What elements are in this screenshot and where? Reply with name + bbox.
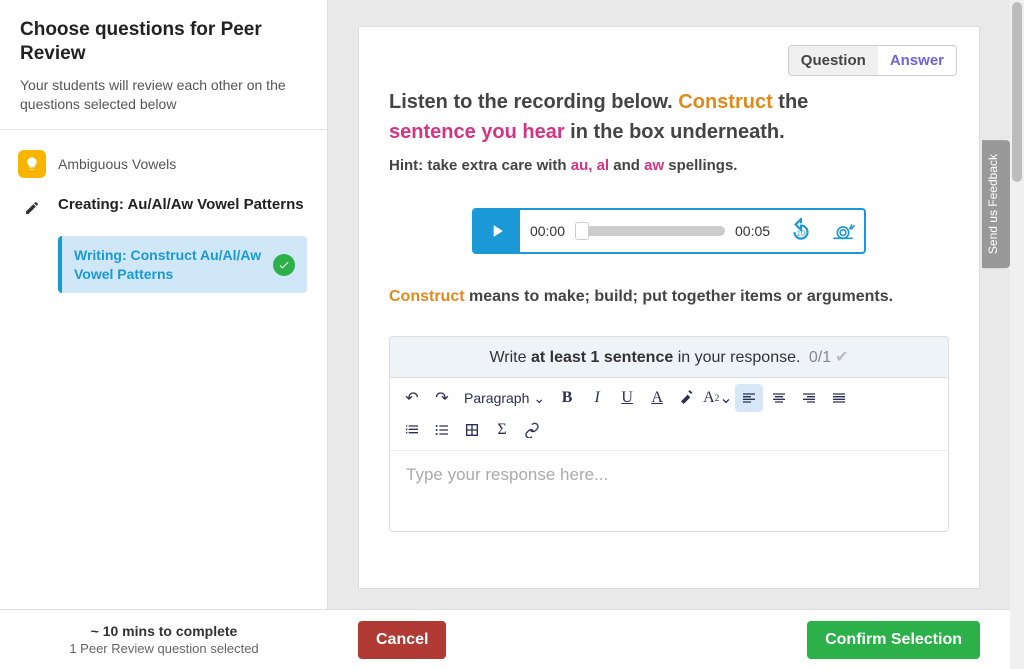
prompt-seg: the	[773, 91, 809, 113]
italic-icon[interactable]: I	[583, 384, 611, 412]
sidebar-header: Choose questions for Peer Review Your st…	[0, 0, 327, 130]
req-seg: in your response.	[673, 349, 805, 366]
tab-question[interactable]: Question	[789, 46, 878, 75]
scrollbar[interactable]	[1010, 0, 1024, 669]
lesson-label: Ambiguous Vowels	[58, 156, 176, 172]
response-editor: ↶ ↷ Paragraph⌄ B I U A A2 ⌄	[389, 377, 949, 532]
tab-answer[interactable]: Answer	[878, 46, 956, 75]
slow-icon[interactable]	[822, 218, 864, 244]
paragraph-select[interactable]: Paragraph⌄	[458, 390, 551, 407]
sigma-icon[interactable]: Σ	[488, 416, 516, 444]
sidebar: Choose questions for Peer Review Your st…	[0, 0, 328, 609]
selected-count: 1 Peer Review question selected	[0, 641, 328, 656]
redo-icon[interactable]: ↷	[428, 384, 456, 412]
main-panel: Question Answer Listen to the recording …	[328, 0, 1010, 609]
lesson-row[interactable]: Ambiguous Vowels	[10, 144, 317, 184]
align-center-icon[interactable]	[765, 384, 793, 412]
prompt-text: Listen to the recording below. Construct…	[389, 87, 949, 147]
prompt-seg: in the box underneath.	[565, 121, 785, 143]
footer: ~ 10 mins to complete 1 Peer Review ques…	[0, 609, 1010, 669]
prompt-seg: Listen to the recording below.	[389, 91, 678, 113]
question-row-selected[interactable]: Writing: Construct Au/Al/Aw Vowel Patter…	[58, 236, 307, 294]
sentence-requirement: Write at least 1 sentence in your respon…	[389, 336, 949, 377]
rewind-10-icon[interactable]: 10	[780, 218, 822, 244]
cancel-button[interactable]: Cancel	[358, 621, 446, 659]
check-icon	[273, 254, 295, 276]
audio-seek-track[interactable]	[575, 226, 725, 236]
hint-highlight: aw	[644, 157, 664, 174]
audio-current-time: 00:00	[520, 223, 575, 239]
link-icon[interactable]	[518, 416, 546, 444]
undo-icon[interactable]: ↶	[398, 384, 426, 412]
underline-icon[interactable]: U	[613, 384, 641, 412]
highlight-icon[interactable]	[673, 384, 701, 412]
hint-seg: spellings.	[664, 157, 737, 174]
svg-text:10: 10	[797, 228, 805, 237]
align-right-icon[interactable]	[795, 384, 823, 412]
response-textarea[interactable]: Type your response here...	[390, 451, 948, 531]
section-row[interactable]: Creating: Au/Al/Aw Vowel Patterns	[10, 184, 317, 226]
prompt-keyword: Construct	[678, 91, 772, 113]
question-label: Writing: Construct Au/Al/Aw Vowel Patter…	[74, 246, 265, 284]
question-answer-toggle: Question Answer	[788, 45, 957, 76]
definition-body: means to make; build; put together items…	[465, 288, 894, 305]
sidebar-title: Choose questions for Peer Review	[20, 18, 307, 66]
font-size-icon[interactable]: A2 ⌄	[703, 384, 732, 412]
hint-highlight: au, al	[571, 157, 609, 174]
align-justify-icon[interactable]	[825, 384, 853, 412]
section-label: Creating: Au/Al/Aw Vowel Patterns	[58, 194, 304, 215]
editor-toolbar: ↶ ↷ Paragraph⌄ B I U A A2 ⌄	[390, 378, 948, 451]
definition-word: Construct	[389, 288, 465, 305]
ordered-list-icon[interactable]	[398, 416, 426, 444]
hint-seg: Hint: take extra care with	[389, 157, 571, 174]
align-left-icon[interactable]	[735, 384, 763, 412]
bold-icon[interactable]: B	[553, 384, 581, 412]
lightbulb-icon	[18, 150, 46, 178]
sidebar-subtitle: Your students will review each other on …	[20, 76, 307, 115]
table-icon[interactable]	[458, 416, 486, 444]
feedback-tab[interactable]: Send us Feedback	[982, 140, 1010, 268]
question-card: Question Answer Listen to the recording …	[358, 26, 980, 589]
hint-text: Hint: take extra care with au, al and aw…	[389, 157, 949, 174]
footer-summary: ~ 10 mins to complete 1 Peer Review ques…	[0, 623, 328, 656]
sentence-count: 0/1	[809, 349, 831, 366]
audio-player: 00:00 00:05 10	[472, 208, 866, 254]
definition-text: Construct means to make; build; put toge…	[389, 288, 949, 306]
req-bold: at least 1 sentence	[531, 349, 673, 366]
paragraph-label: Paragraph	[464, 390, 529, 406]
check-icon: ✔	[835, 349, 848, 366]
chevron-down-icon: ⌄	[533, 390, 545, 407]
audio-total-time: 00:05	[725, 223, 780, 239]
scrollbar-thumb[interactable]	[1012, 2, 1022, 182]
audio-seek-thumb[interactable]	[575, 222, 589, 240]
estimated-time: ~ 10 mins to complete	[0, 623, 328, 639]
hint-seg: and	[609, 157, 644, 174]
play-button[interactable]	[474, 208, 520, 254]
req-seg: Write	[489, 349, 530, 366]
question-tree: Ambiguous Vowels Creating: Au/Al/Aw Vowe…	[0, 130, 327, 308]
pencil-icon	[18, 194, 46, 222]
text-color-icon[interactable]: A	[643, 384, 671, 412]
prompt-highlight: sentence you hear	[389, 121, 565, 143]
bullet-list-icon[interactable]	[428, 416, 456, 444]
confirm-button[interactable]: Confirm Selection	[807, 621, 980, 659]
